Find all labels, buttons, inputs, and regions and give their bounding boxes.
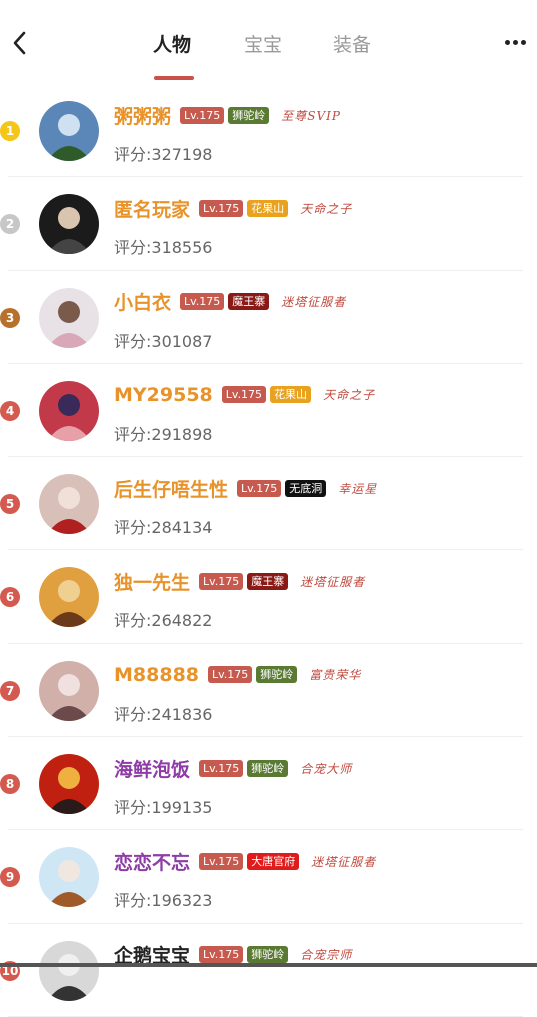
school-badge: 狮驼岭 [256, 666, 298, 684]
player-name[interactable]: 粥粥粥 [114, 102, 171, 129]
level-badge: Lv.175 [180, 293, 225, 311]
school-badge: 魔王寨 [247, 572, 289, 590]
ranking-row[interactable]: 2 匿名玩家 Lv.175 花果山 天命之子 评分:318556 [0, 177, 537, 271]
avatar[interactable] [39, 847, 99, 908]
school-badge: 花果山 [247, 199, 289, 217]
rank-badge: 6 [0, 587, 20, 608]
top-bar: 人物 宝宝 装备 [0, 0, 537, 84]
tab-characters[interactable]: 人物 [153, 30, 191, 57]
level-badge: Lv.175 [221, 386, 267, 404]
avatar[interactable] [39, 940, 99, 1001]
rank-badge: 5 [0, 494, 20, 515]
level-badge: Lv.175 [199, 759, 244, 777]
score-text: 评分:284134 [114, 518, 213, 538]
player-name[interactable]: 小白衣 [114, 288, 171, 315]
title-badge: 合宠宗师 [300, 948, 353, 963]
title-badge: 迷塔征服者 [281, 295, 347, 310]
player-name[interactable]: M88888 [114, 664, 199, 686]
more-dots-icon[interactable] [503, 34, 529, 50]
rank-badge: 7 [0, 680, 20, 701]
tab-pets[interactable]: 宝宝 [244, 30, 282, 57]
avatar[interactable] [39, 101, 99, 161]
avatar[interactable] [39, 194, 99, 255]
ranking-row[interactable]: 1 粥粥粥 Lv.175 狮驼岭 至尊SVIP 评分:327198 [0, 84, 537, 178]
score-text: 评分:241836 [114, 704, 213, 724]
level-badge: Lv.175 [199, 572, 244, 590]
rank-badge: 8 [0, 774, 20, 795]
ranking-list: 1 粥粥粥 Lv.175 狮驼岭 至尊SVIP 评分:327198 2 匿名玩家… [0, 84, 537, 1017]
title-badge: 迷塔征服者 [300, 574, 366, 589]
school-badge: 狮驼岭 [247, 759, 289, 777]
level-badge: Lv.175 [199, 199, 244, 217]
title-badge: 天命之子 [323, 388, 376, 403]
ranking-row[interactable]: 5 后生仔唔生性 Lv.175 无底洞 幸运星 评分:284134 [0, 457, 537, 551]
player-name[interactable]: 独一先生 [114, 568, 190, 595]
title-badge: 幸运星 [338, 481, 378, 496]
avatar[interactable] [39, 754, 99, 815]
score-text: 评分:199135 [114, 798, 213, 818]
ranking-row[interactable]: 10 企鹅宝宝 Lv.175 狮驼岭 合宠宗师 [0, 924, 537, 1017]
ranking-row[interactable]: 3 小白衣 Lv.175 魔王寨 迷塔征服者 评分:301087 [0, 271, 537, 364]
level-badge: Lv.175 [199, 946, 244, 964]
player-name[interactable]: 后生仔唔生性 [114, 475, 228, 502]
score-text: 评分:196323 [114, 891, 213, 911]
score-text: 评分:264822 [114, 611, 213, 631]
level-badge: Lv.175 [199, 852, 244, 870]
school-badge: 无底洞 [285, 479, 327, 497]
ranking-row[interactable]: 8 海鲜泡饭 Lv.175 狮驼岭 合宠大师 评分:199135 [0, 737, 537, 831]
tab-equipment[interactable]: 装备 [333, 30, 371, 57]
ranking-row[interactable]: 9 恋恋不忘 Lv.175 大唐官府 迷塔征服者 评分:196323 [0, 830, 537, 924]
active-tab-indicator [154, 76, 194, 80]
tab-bar: 人物 宝宝 装备 [0, 30, 537, 60]
school-badge: 大唐官府 [247, 852, 300, 870]
player-name[interactable]: 海鲜泡饭 [114, 755, 190, 782]
avatar[interactable] [39, 287, 99, 348]
ranking-row[interactable]: 7 M88888 Lv.175 狮驼岭 富贵荣华 评分:241836 [0, 644, 537, 738]
ranking-row[interactable]: 6 独一先生 Lv.175 魔王寨 迷塔征服者 评分:264822 [0, 550, 537, 644]
title-badge: 迷塔征服者 [311, 854, 377, 869]
player-name[interactable]: MY29558 [114, 384, 213, 406]
rank-badge: 1 [0, 121, 20, 141]
title-badge: 天命之子 [300, 201, 353, 216]
score-text: 评分:318556 [114, 238, 213, 258]
school-badge: 狮驼岭 [247, 946, 289, 964]
player-name[interactable]: 匿名玩家 [114, 195, 190, 222]
rank-badge: 3 [0, 307, 20, 328]
rank-badge: 2 [0, 214, 20, 235]
title-badge: 合宠大师 [300, 761, 353, 776]
score-text: 评分:301087 [114, 331, 213, 351]
avatar[interactable] [39, 380, 99, 441]
school-badge: 魔王寨 [228, 293, 270, 311]
school-badge: 狮驼岭 [228, 106, 270, 124]
avatar[interactable] [39, 660, 99, 721]
ranking-row[interactable]: 4 MY29558 Lv.175 花果山 天命之子 评分:291898 [0, 364, 537, 458]
title-badge: 至尊SVIP [281, 108, 341, 123]
score-text: 评分:291898 [114, 424, 213, 444]
avatar[interactable] [39, 567, 99, 628]
rank-badge: 4 [0, 400, 20, 421]
school-badge: 花果山 [270, 386, 312, 404]
bottom-edge [0, 963, 537, 967]
title-badge: 富贵荣华 [309, 668, 362, 683]
player-name[interactable]: 恋恋不忘 [114, 848, 190, 875]
level-badge: Lv.175 [208, 666, 253, 684]
level-badge: Lv.175 [180, 106, 225, 124]
level-badge: Lv.175 [237, 479, 282, 497]
score-text: 评分:327198 [114, 145, 213, 164]
rank-badge: 9 [0, 867, 20, 888]
avatar[interactable] [39, 474, 99, 535]
